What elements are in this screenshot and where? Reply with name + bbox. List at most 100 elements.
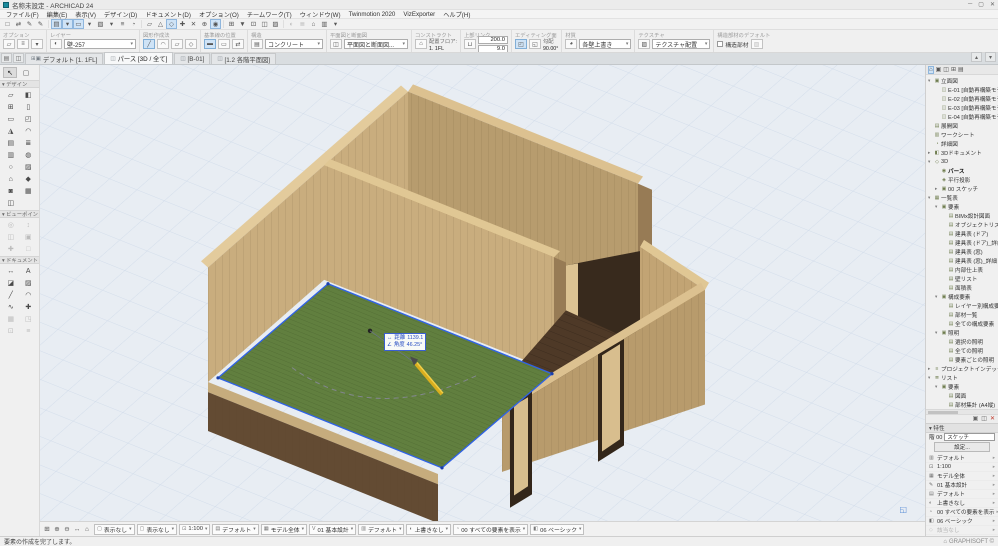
design-tool[interactable]: ◮	[2, 125, 20, 137]
document-tool[interactable]: ✚	[20, 301, 38, 313]
door-panel[interactable]	[514, 397, 528, 496]
tree-item[interactable]: ▤ 内部仕上表	[926, 265, 998, 274]
design-tool[interactable]: ▥	[2, 149, 20, 161]
toolbar-icon[interactable]: ⇄	[13, 19, 24, 29]
toolbar-icon[interactable]: ▱	[144, 19, 155, 29]
viewpoint-tool[interactable]: ◫	[2, 231, 20, 243]
texture-icon[interactable]: ▨	[638, 39, 651, 49]
tree-item[interactable]: ▤ 壁リスト	[926, 274, 998, 283]
plane-horizontal-icon[interactable]: ◰	[514, 39, 527, 49]
design-tool[interactable]: ▤	[2, 137, 20, 149]
plan-display-icon[interactable]: ◫	[330, 39, 342, 49]
toolbar-icon[interactable]: ≡	[117, 19, 128, 29]
geometry-straight-icon[interactable]: ╱	[143, 39, 155, 49]
design-tool[interactable]: ◰	[20, 113, 38, 125]
view-tab[interactable]: ◫ [1.2 各階平面図]	[211, 53, 277, 64]
design-tool[interactable]: ○	[2, 161, 20, 173]
angle-value[interactable]: 46.25°	[407, 342, 423, 349]
tree-item[interactable]: ▤ レイヤー別構成要素	[926, 301, 998, 310]
surface-override-select[interactable]: 各壁上書き ▾	[579, 39, 632, 49]
home-story-value[interactable]: 1. 1FL	[429, 46, 457, 52]
toolbar-icon[interactable]: ✚	[177, 19, 188, 29]
tree-item[interactable]: ▤ 要素ごとの照明	[926, 355, 998, 364]
quick-option-dropdown[interactable]: ◧ 06 ベーシック ▾	[530, 523, 585, 535]
tree-expand-icon[interactable]: ▾	[935, 384, 940, 390]
toolbar-icon[interactable]: ▤	[51, 19, 62, 29]
toolbar-icon[interactable]: △	[155, 19, 166, 29]
view-tab[interactable]: ◫ [B-01]	[174, 53, 211, 64]
toolbar-icon[interactable]: ⌂	[308, 19, 319, 29]
toolbar-icon[interactable]: ▭	[73, 19, 84, 29]
document-tool[interactable]: A	[20, 265, 38, 277]
maximize-button[interactable]: ▢	[978, 1, 984, 8]
tree-item[interactable]: ▤ 選択の照明	[926, 337, 998, 346]
menu-item[interactable]: ウィンドウ(W)	[296, 10, 345, 19]
design-tool[interactable]: ◧	[20, 89, 38, 101]
navigator-scrollbar[interactable]	[926, 409, 998, 415]
design-tool[interactable]: ◠	[20, 125, 38, 137]
tree-item[interactable]: ▤ 建具表 (ドア)_詳細	[926, 238, 998, 247]
tree-item[interactable]: ▤ 図面	[926, 391, 998, 400]
menu-item[interactable]: チームワーク(T)	[243, 10, 296, 19]
design-tool[interactable]: ▨	[20, 161, 38, 173]
arrow-tool[interactable]: ↖	[3, 67, 17, 78]
door-panel[interactable]	[602, 344, 620, 452]
tree-item[interactable]: ▤ 建具表 (窓)	[926, 247, 998, 256]
document-tool[interactable]: ≡	[20, 325, 38, 337]
menu-item[interactable]: ファイル(F)	[2, 10, 43, 19]
distance-value[interactable]: 1139.1	[407, 335, 423, 342]
tree-item[interactable]: ▾ ◇ 3D	[926, 157, 998, 166]
layer-select[interactable]: 壁-257 ▾	[64, 39, 136, 49]
menu-item[interactable]: 編集(E)	[43, 10, 72, 19]
design-tool[interactable]: ≣	[20, 137, 38, 149]
plane-vertical-icon[interactable]: ◱	[528, 39, 541, 49]
navigator-header-icon[interactable]: ⊞	[951, 66, 956, 73]
toolbar-icon[interactable]: ▾	[330, 19, 341, 29]
design-tool[interactable]: ▦	[20, 185, 38, 197]
quick-option-row[interactable]: ▤ デフォルト ▸	[926, 490, 998, 499]
viewport-nav-icon[interactable]: ⊞	[42, 524, 52, 535]
tree-item[interactable]: ▤ 全ての照明	[926, 346, 998, 355]
design-tool[interactable]: ◫	[2, 197, 20, 209]
tree-item[interactable]: ◫ E-02 [自動再構築モデル]	[926, 94, 998, 103]
structure-select[interactable]: コンクリート ▾	[265, 39, 323, 49]
tree-item[interactable]: ▸ ≡ プロジェクトインデックス	[926, 364, 998, 373]
tree-item[interactable]: ◔ 詳細図	[926, 139, 998, 148]
tree-item[interactable]: ▾ ▣ 立面図	[926, 76, 998, 85]
minimize-button[interactable]: ─	[968, 1, 972, 8]
tab-tree-toggle-icon[interactable]: ▤	[1, 53, 12, 63]
toolbar-icon[interactable]: ✕	[188, 19, 199, 29]
toolbar-icon[interactable]: ◉	[210, 19, 221, 29]
tree-item[interactable]: ▾ ▣ 要素	[926, 382, 998, 391]
document-tool[interactable]: ▦	[2, 313, 20, 325]
layer-icon[interactable]: ◐	[50, 39, 62, 49]
wall-top-offset-field[interactable]: 200.0	[477, 35, 508, 44]
tree-item[interactable]: ▥ ワークシート	[926, 130, 998, 139]
tree-item[interactable]: ▤ 面積表	[926, 283, 998, 292]
tree-item[interactable]: ◫ E-01 [自動再構築モデル]	[926, 85, 998, 94]
toolbar-icon[interactable]: ◐	[286, 19, 297, 29]
toolbar-icon[interactable]: ◔	[128, 19, 139, 29]
toolbar-icon[interactable]: ▼	[237, 19, 248, 29]
document-tool[interactable]: ◠	[20, 289, 38, 301]
menu-item[interactable]: オプション(O)	[195, 10, 243, 19]
wall-base-offset-field[interactable]: 9.0	[477, 44, 508, 52]
wall-tool-icon[interactable]: ▱	[3, 39, 15, 49]
view-tab[interactable]: ◫ パース [3D / 全て]	[104, 52, 174, 64]
tree-item[interactable]: ▤ 部材集計 (A4縦)	[926, 400, 998, 409]
document-tool[interactable]: ▨	[20, 277, 38, 289]
settings-button[interactable]: 設定...	[934, 441, 990, 452]
tree-expand-icon[interactable]: ▸	[935, 186, 940, 192]
toolbar-icon[interactable]: ≣	[297, 19, 308, 29]
tree-item[interactable]: ▸ ▣ 00 スケッチ	[926, 184, 998, 193]
document-tool[interactable]: ◳	[20, 313, 38, 325]
toolbar-icon[interactable]: ⊕	[199, 19, 210, 29]
tree-item[interactable]: ▸ ◧ 3Dドキュメント	[926, 148, 998, 157]
editing-plane-icon[interactable]: ◱	[899, 505, 907, 514]
document-tool[interactable]: ╱	[2, 289, 20, 301]
tree-expand-icon[interactable]: ▸	[928, 150, 933, 156]
tree-expand-icon[interactable]: ▾	[928, 195, 933, 201]
geometry-trapezoid-icon[interactable]: ▱	[171, 39, 183, 49]
settings-dialog-icon[interactable]: ≡	[17, 39, 29, 49]
document-tool[interactable]: ◪	[2, 277, 20, 289]
